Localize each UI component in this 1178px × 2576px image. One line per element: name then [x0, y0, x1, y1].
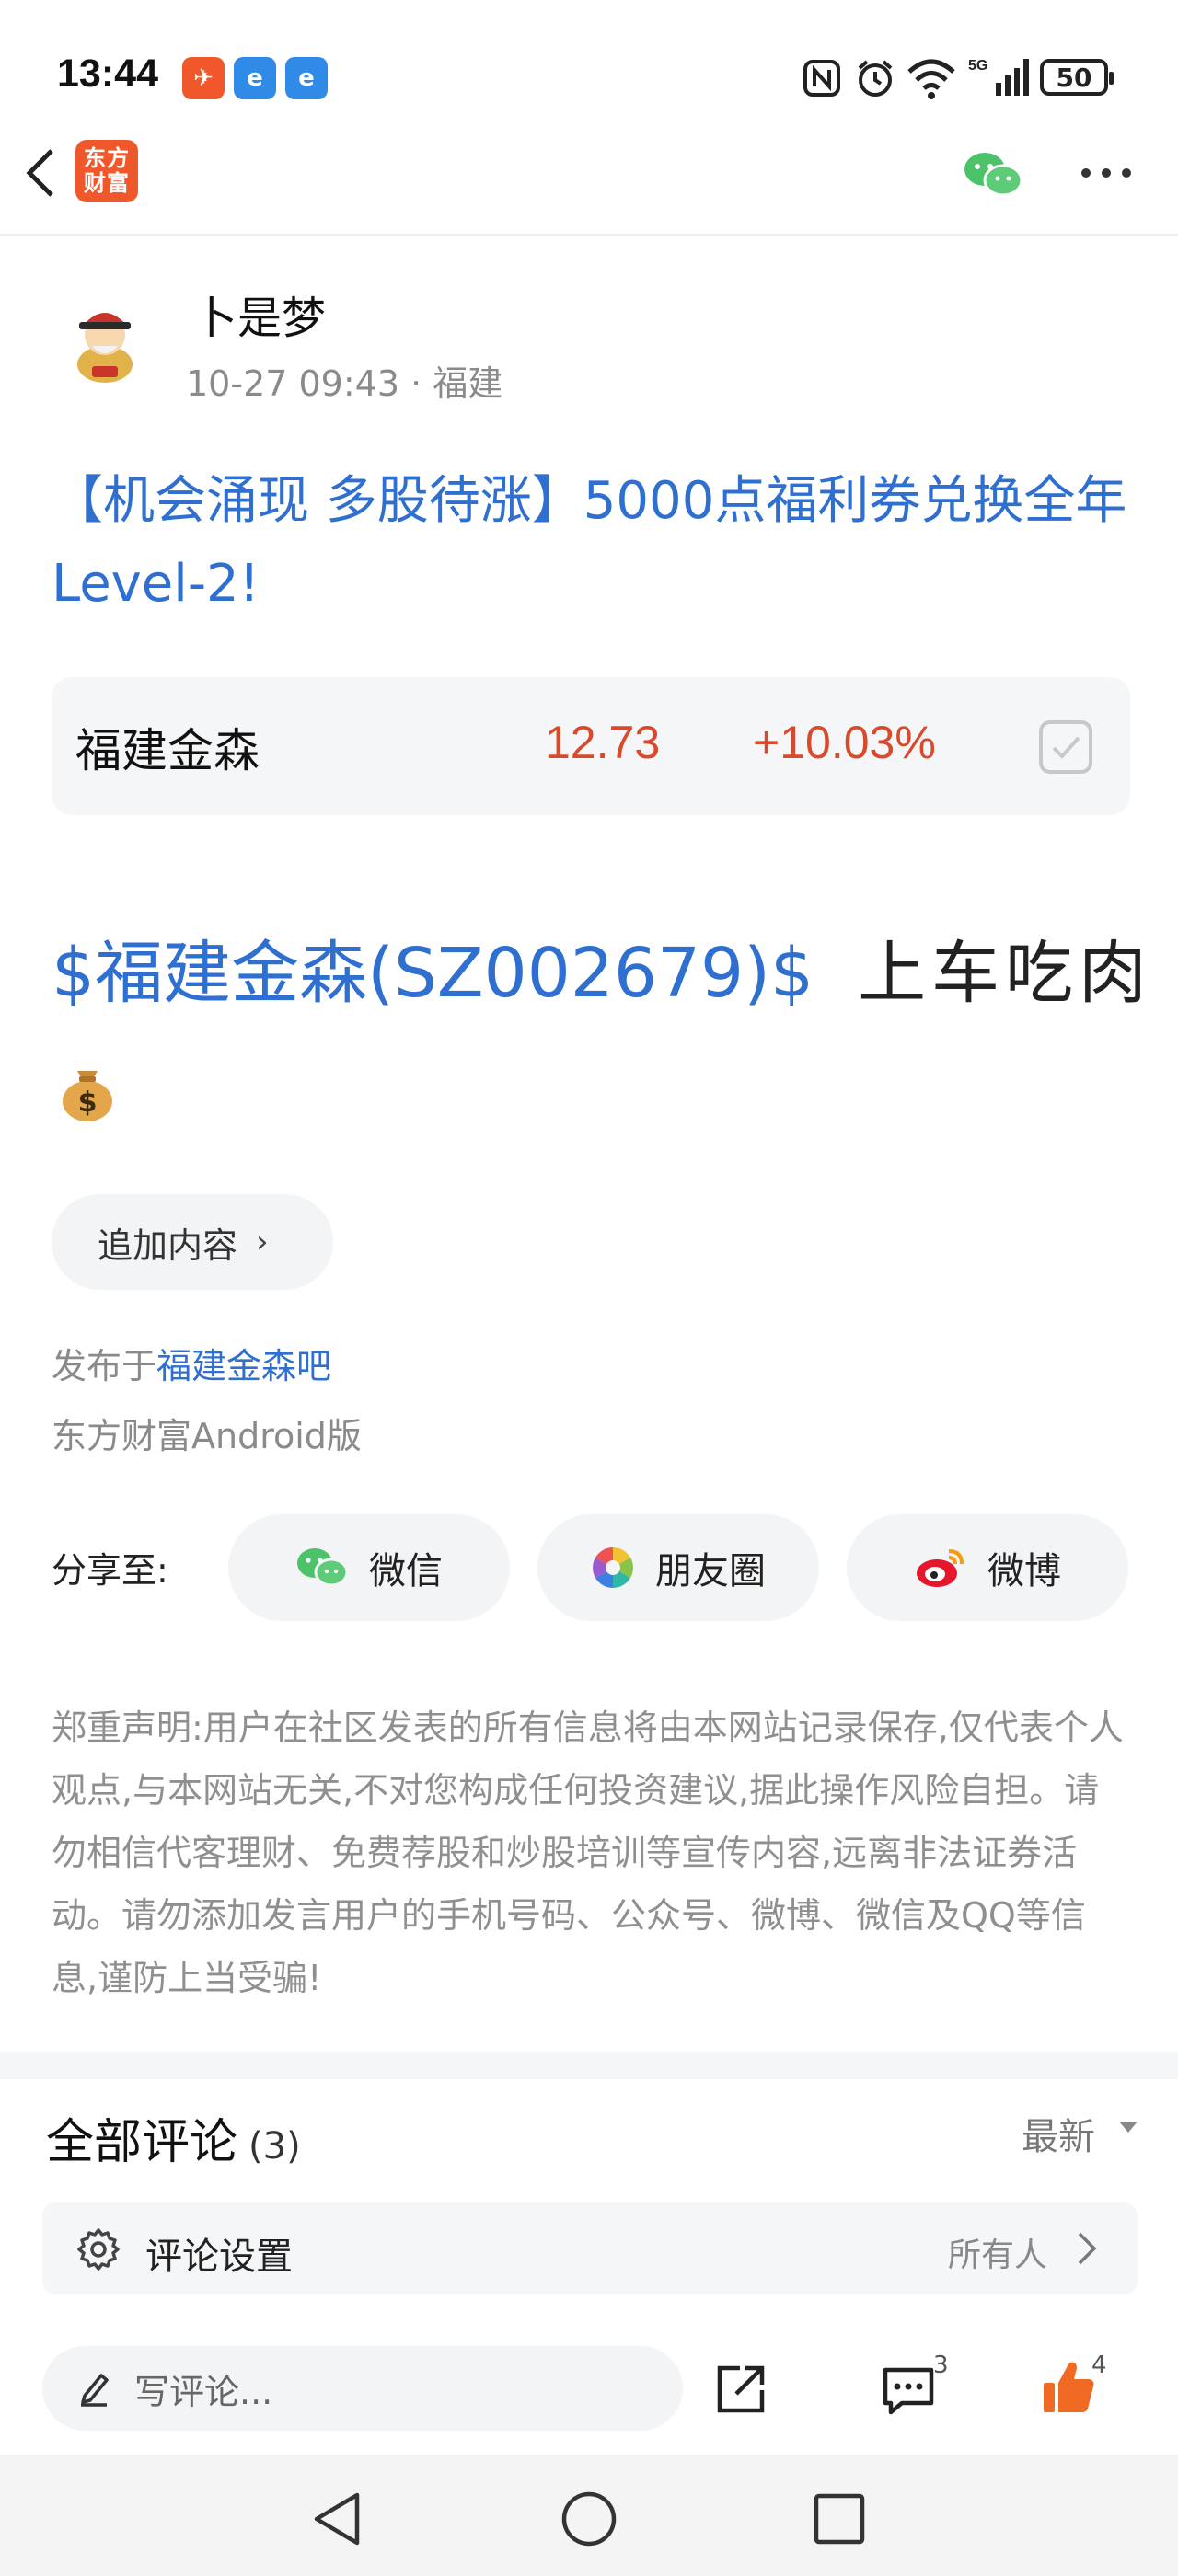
- published-in-prefix: 发布于: [52, 1346, 157, 1386]
- share-moments-label: 朋友圈: [655, 1550, 766, 1593]
- nav-recents-icon[interactable]: [812, 2491, 867, 2547]
- comment-settings-value: 所有人: [948, 2237, 1048, 2274]
- comment-count-badge: 3: [933, 2352, 949, 2379]
- system-navigation-bar: [0, 2455, 1178, 2576]
- nav-home-icon[interactable]: [560, 2490, 618, 2548]
- logo-text-line1: 东方: [84, 145, 130, 171]
- caret-down-icon[interactable]: [1119, 2122, 1138, 2133]
- like-count-badge: 4: [1091, 2352, 1107, 2379]
- share-weibo-button[interactable]: 微博: [847, 1514, 1128, 1621]
- stock-quote-card[interactable]: 福建金森 12.73 +10.03%: [52, 677, 1130, 815]
- chevron-right-icon: [1078, 2232, 1097, 2265]
- notification-app-icon: e: [234, 57, 276, 99]
- author-name[interactable]: 卜是梦: [193, 282, 326, 346]
- share-moments-button[interactable]: 朋友圈: [537, 1514, 819, 1621]
- back-icon[interactable]: [20, 145, 61, 201]
- published-in: 发布于福建金森吧: [52, 1338, 331, 1388]
- post-content-text: 上车吃肉: [858, 934, 1153, 1013]
- share-icon[interactable]: [712, 2361, 769, 2418]
- section-separator: [0, 2052, 1178, 2079]
- write-comment-input[interactable]: 写评论...: [42, 2346, 683, 2431]
- stock-bar-link[interactable]: 福建金森吧: [156, 1346, 331, 1386]
- share-wechat-label: 微信: [369, 1550, 443, 1593]
- chevron-right-icon: ›: [256, 1224, 269, 1260]
- logo-text-line2: 财富: [84, 170, 130, 196]
- gear-icon: [77, 2228, 120, 2271]
- alarm-icon: [858, 60, 893, 97]
- author-avatar[interactable]: [57, 293, 153, 388]
- nav-back-icon[interactable]: [309, 2490, 364, 2548]
- thumbs-up-icon[interactable]: [1040, 2357, 1099, 2416]
- comment-settings-label: 评论设置: [145, 2236, 293, 2278]
- share-label: 分享至:: [52, 1550, 168, 1591]
- notification-app-icon: ✈: [182, 57, 225, 99]
- write-comment-placeholder: 写评论...: [134, 2371, 273, 2412]
- status-time: 13:44: [57, 52, 158, 96]
- watchlist-check-icon[interactable]: [1038, 719, 1093, 775]
- add-content-button[interactable]: 追加内容 ›: [52, 1194, 333, 1290]
- more-options-icon[interactable]: [1079, 166, 1134, 180]
- stock-mention-link[interactable]: $福建金森(SZ002679)$: [52, 934, 814, 1013]
- comment-settings-row[interactable]: 评论设置 所有人: [42, 2202, 1138, 2294]
- svg-text:$: $: [78, 1087, 98, 1119]
- stock-change-percent: +10.03%: [753, 717, 936, 768]
- disclaimer-text: 郑重声明:用户在社区发表的所有信息将由本网站记录保存,仅代表个人观点,与本网站无…: [52, 1708, 1124, 1998]
- money-bag-emoji-icon: $: [63, 1071, 112, 1121]
- comments-title: 全部评论: [46, 2115, 238, 2170]
- pencil-icon: [81, 2374, 109, 2407]
- post-title[interactable]: 【机会涌现 多股待涨】5000点福利券兑换全年Level-2!: [52, 460, 1128, 626]
- battery-indicator: 50: [1040, 59, 1114, 96]
- stock-price: 12.73: [545, 717, 661, 768]
- svg-text:5G: 5G: [968, 58, 987, 74]
- stock-name: 福建金森: [75, 724, 260, 777]
- header-divider: [0, 234, 1178, 236]
- comment-sort-dropdown[interactable]: 最新: [1022, 2107, 1095, 2160]
- eastmoney-logo: 东方 财富: [75, 140, 138, 202]
- share-wechat-button[interactable]: 微信: [228, 1514, 510, 1621]
- post-time-location: 10-27 09:43 · 福建: [186, 363, 503, 404]
- post-content: $福建金森(SZ002679)$ 上车吃肉: [52, 927, 1147, 1019]
- weibo-icon: [917, 1549, 964, 1587]
- wechat-share-icon[interactable]: [963, 151, 1023, 199]
- signal-icon: 5G: [968, 58, 1029, 96]
- add-content-label: 追加内容: [98, 1225, 238, 1266]
- notification-app-icon: e: [285, 57, 328, 99]
- comments-header: 全部评论 (3): [46, 2103, 301, 2172]
- wechat-icon: [297, 1548, 349, 1587]
- nfc-icon: [803, 60, 840, 97]
- client-info: 东方财富Android版: [52, 1416, 362, 1456]
- comment-icon[interactable]: [880, 2364, 937, 2418]
- share-weibo-label: 微博: [987, 1550, 1061, 1593]
- wifi-icon: [907, 59, 955, 99]
- moments-icon: [593, 1547, 633, 1588]
- comments-count: (3): [248, 2125, 301, 2168]
